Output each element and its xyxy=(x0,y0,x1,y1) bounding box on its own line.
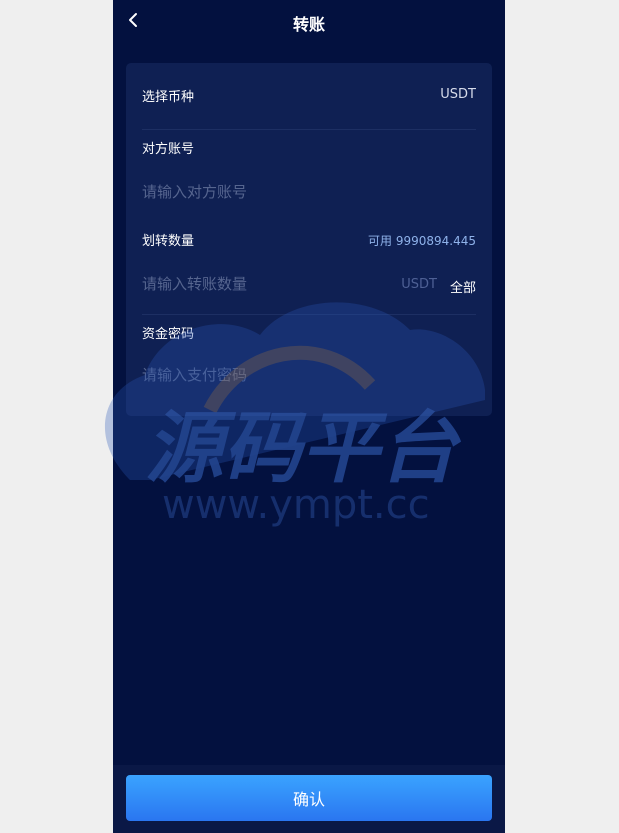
all-amount-button[interactable]: 全部 xyxy=(450,277,476,296)
account-input[interactable] xyxy=(142,181,472,203)
divider xyxy=(142,129,476,130)
amount-label: 划转数量 xyxy=(142,234,195,249)
app-screen: 转账 选择币种 USDT 对方账号 划转数量 可用 9990894.445 US… xyxy=(113,0,505,833)
available-balance: 可用 9990894.445 xyxy=(368,234,476,248)
password-label: 资金密码 xyxy=(142,327,195,342)
amount-input[interactable] xyxy=(142,273,382,295)
currency-value: USDT xyxy=(440,87,476,102)
account-label: 对方账号 xyxy=(142,142,195,157)
header: 转账 xyxy=(113,0,505,44)
footer-bar: 确认 xyxy=(113,765,505,833)
page-title: 转账 xyxy=(292,15,325,34)
confirm-button[interactable]: 确认 xyxy=(126,775,492,821)
password-input[interactable] xyxy=(142,364,472,386)
amount-unit: USDT xyxy=(401,277,437,292)
divider xyxy=(142,314,476,315)
transfer-form-card: 选择币种 USDT 对方账号 划转数量 可用 9990894.445 USDT … xyxy=(126,63,492,416)
currency-selector[interactable]: 选择币种 USDT xyxy=(126,63,492,129)
currency-label: 选择币种 xyxy=(142,90,195,105)
